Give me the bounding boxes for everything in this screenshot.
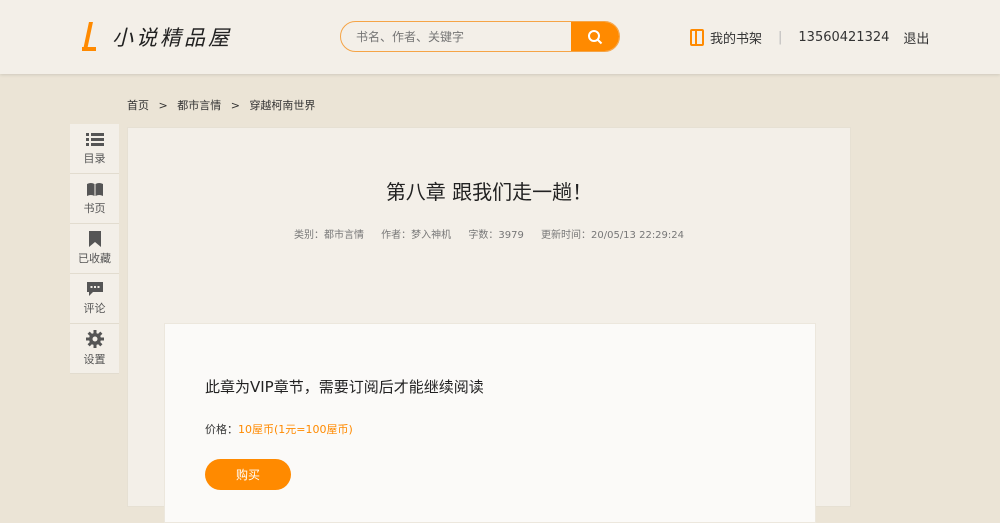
breadcrumb: 首页 > 都市言情 > 穿越柯南世界 — [127, 97, 321, 113]
logo[interactable]: 小说精品屋 — [80, 20, 232, 54]
chapter-category: 类别：都市言情 — [293, 230, 364, 241]
bookmark-icon — [88, 231, 101, 247]
comment-icon — [86, 282, 103, 296]
chapter-author: 作者：梦入神机 — [381, 230, 452, 241]
sidebar: 目录 书页 已收藏 评论 设置 — [70, 124, 119, 374]
chapter-title: 第八章 跟我们走一趟！ — [385, 180, 593, 204]
breadcrumb-home[interactable]: 首页 — [127, 99, 149, 112]
breadcrumb-separator: > — [158, 99, 168, 112]
sidebar-label: 评论 — [83, 302, 106, 315]
sidebar-label: 书页 — [83, 201, 106, 215]
chapter-updated-time: 更新时间：20/05/13 22:29:24 — [541, 230, 685, 241]
sidebar-label: 设置 — [83, 353, 106, 366]
sidebar-label: 目录 — [83, 151, 106, 165]
logo-icon — [80, 20, 98, 54]
separator: | — [778, 30, 783, 45]
vip-paywall: 此章为VIP章节，需要订阅后才能继续阅读 价格：10屋币(1元=100屋币) 购… — [164, 323, 816, 523]
sidebar-item-favorite[interactable]: 已收藏 — [70, 224, 119, 274]
sidebar-label: 已收藏 — [78, 252, 111, 265]
breadcrumb-category[interactable]: 都市言情 — [177, 99, 221, 112]
logo-text: 小说精品屋 — [112, 26, 232, 50]
price-label: 价格： — [205, 423, 238, 436]
sidebar-item-bookpage[interactable]: 书页 — [70, 174, 119, 224]
book-icon — [86, 182, 103, 196]
search-icon — [588, 29, 603, 44]
gear-icon — [85, 330, 104, 348]
vip-message: 此章为VIP章节，需要订阅后才能继续阅读 — [205, 378, 484, 396]
breadcrumb-separator: > — [230, 99, 240, 112]
sidebar-item-comment[interactable]: 评论 — [70, 274, 119, 324]
sidebar-item-catalog[interactable]: 目录 — [70, 124, 119, 174]
search-box — [340, 21, 620, 52]
chapter-meta: 类别：都市言情 作者：梦入神机 字数：3979 更新时间：20/05/13 22… — [128, 226, 850, 241]
search-input[interactable] — [341, 22, 571, 51]
user-phone[interactable]: 13560421324 — [798, 30, 889, 45]
logout-link[interactable]: 退出 — [903, 28, 929, 47]
bookshelf-icon — [690, 29, 704, 46]
chapter-word-count: 字数：3979 — [468, 230, 524, 241]
search-button[interactable] — [571, 22, 619, 51]
sidebar-item-settings[interactable]: 设置 — [70, 324, 119, 374]
price: 价格：10屋币(1元=100屋币) — [205, 421, 353, 437]
buy-button[interactable]: 购买 — [205, 459, 291, 490]
list-icon — [85, 132, 104, 146]
chapter-content: 第八章 跟我们走一趟！ 类别：都市言情 作者：梦入神机 字数：3979 更新时间… — [127, 127, 851, 523]
bookshelf-link[interactable]: 我的书架 — [710, 28, 762, 47]
header: 小说精品屋 我的书架 | 13560421324 退出 — [0, 0, 1000, 74]
breadcrumb-book[interactable]: 穿越柯南世界 — [249, 99, 315, 112]
price-value: 10屋币(1元=100屋币) — [238, 423, 353, 436]
